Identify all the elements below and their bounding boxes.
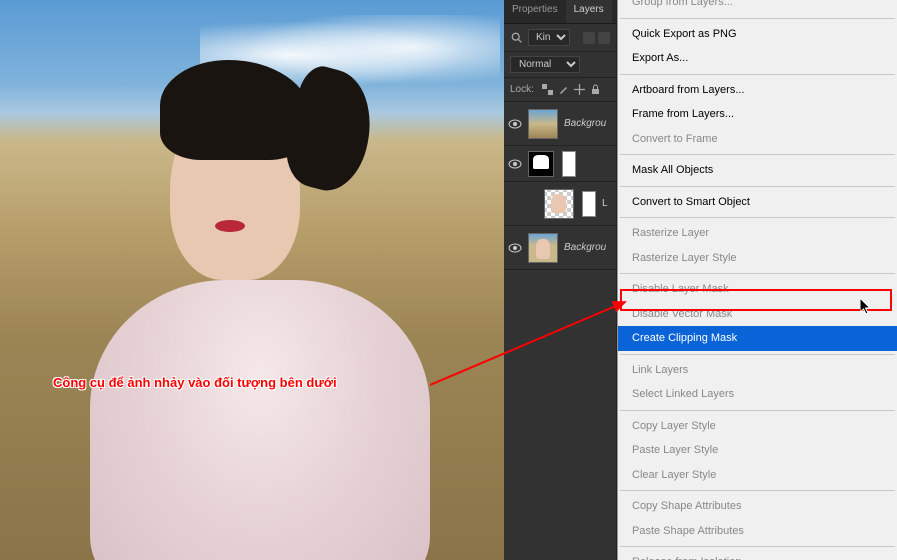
visibility-toggle[interactable] [508, 241, 522, 255]
layer-row[interactable] [504, 146, 616, 182]
layer-name[interactable]: Backgrou [564, 242, 606, 253]
search-icon[interactable] [510, 31, 524, 45]
visibility-toggle[interactable] [508, 157, 522, 171]
lock-position-icon[interactable] [574, 84, 585, 95]
menu-paste-shape-attributes: Paste Shape Attributes [618, 519, 897, 544]
menu-mask-all-objects[interactable]: Mask All Objects [618, 158, 897, 183]
menu-select-linked-layers: Select Linked Layers [618, 382, 897, 407]
menu-separator [620, 410, 895, 411]
canvas-image-figure [50, 60, 430, 560]
visibility-toggle[interactable] [508, 197, 522, 211]
menu-separator [620, 154, 895, 155]
annotation-text: Công cụ để ảnh nhảy vào đối tượng bên dư… [53, 375, 337, 390]
layer-name[interactable]: Backgrou [564, 118, 606, 129]
menu-paste-layer-style: Paste Layer Style [618, 438, 897, 463]
tab-layers[interactable]: Layers [566, 0, 612, 23]
menu-clear-layer-style: Clear Layer Style [618, 463, 897, 488]
menu-separator [620, 490, 895, 491]
menu-export-as[interactable]: Export As... [618, 46, 897, 71]
menu-rasterize-layer: Rasterize Layer [618, 221, 897, 246]
lock-brush-icon[interactable] [558, 84, 569, 95]
lock-label: Lock: [510, 84, 534, 95]
layer-list: Backgrou L Backgrou [504, 102, 616, 270]
lock-transparency-icon[interactable] [542, 84, 553, 95]
menu-separator [620, 546, 895, 547]
tab-properties[interactable]: Properties [504, 0, 566, 23]
eye-icon [508, 159, 522, 169]
menu-rasterize-layer-style: Rasterize Layer Style [618, 246, 897, 271]
layer-thumbnail[interactable] [528, 233, 558, 263]
menu-convert-to-smart-object[interactable]: Convert to Smart Object [618, 190, 897, 215]
menu-disable-vector-mask: Disable Vector Mask [618, 302, 897, 327]
blend-mode-select[interactable]: Normal [510, 56, 580, 73]
menu-quick-export-png[interactable]: Quick Export as PNG [618, 22, 897, 47]
document-canvas[interactable]: Công cụ để ảnh nhảy vào đối tượng bên dư… [0, 0, 504, 560]
menu-release-from-isolation: Release from Isolation [618, 550, 897, 560]
filter-adjust-icon[interactable] [598, 32, 610, 44]
panel-tab-bar: Properties Layers [504, 0, 616, 24]
lock-row: Lock: [504, 78, 616, 102]
layer-thumbnail[interactable] [528, 151, 554, 177]
eye-icon [508, 243, 522, 253]
layer-row[interactable]: Backgrou [504, 102, 616, 146]
menu-separator [620, 273, 895, 274]
filter-pixel-icon[interactable] [583, 32, 595, 44]
layer-row[interactable]: L [504, 182, 616, 226]
menu-separator [620, 354, 895, 355]
menu-separator [620, 217, 895, 218]
menu-separator [620, 18, 895, 19]
layer-name[interactable]: L [602, 198, 608, 209]
menu-copy-shape-attributes: Copy Shape Attributes [618, 494, 897, 519]
layer-mask-thumbnail[interactable] [582, 191, 596, 217]
blend-mode-row: Normal [504, 52, 616, 78]
layer-mask-thumbnail[interactable] [562, 151, 576, 177]
menu-group-from-layers: Group from Layers... [618, 0, 897, 15]
layer-row[interactable]: Backgrou [504, 226, 616, 270]
visibility-toggle[interactable] [508, 117, 522, 131]
menu-create-clipping-mask[interactable]: Create Clipping Mask [618, 326, 897, 351]
right-panels: Properties Layers Kind Normal Lock: [504, 0, 897, 560]
layers-panel: Properties Layers Kind Normal Lock: [504, 0, 617, 560]
menu-convert-to-frame: Convert to Frame [618, 127, 897, 152]
eye-icon [508, 119, 522, 129]
layer-filter-row: Kind [504, 24, 616, 52]
menu-artboard-from-layers[interactable]: Artboard from Layers... [618, 78, 897, 103]
menu-link-layers: Link Layers [618, 358, 897, 383]
lock-all-icon[interactable] [590, 84, 601, 95]
menu-disable-layer-mask: Disable Layer Mask [618, 277, 897, 302]
menu-copy-layer-style: Copy Layer Style [618, 414, 897, 439]
filter-kind-select[interactable]: Kind [528, 29, 570, 46]
menu-separator [620, 74, 895, 75]
layer-context-menu: Group from Layers... Quick Export as PNG… [617, 0, 897, 560]
layer-thumbnail[interactable] [544, 189, 574, 219]
menu-separator [620, 186, 895, 187]
layer-thumbnail[interactable] [528, 109, 558, 139]
menu-frame-from-layers[interactable]: Frame from Layers... [618, 102, 897, 127]
